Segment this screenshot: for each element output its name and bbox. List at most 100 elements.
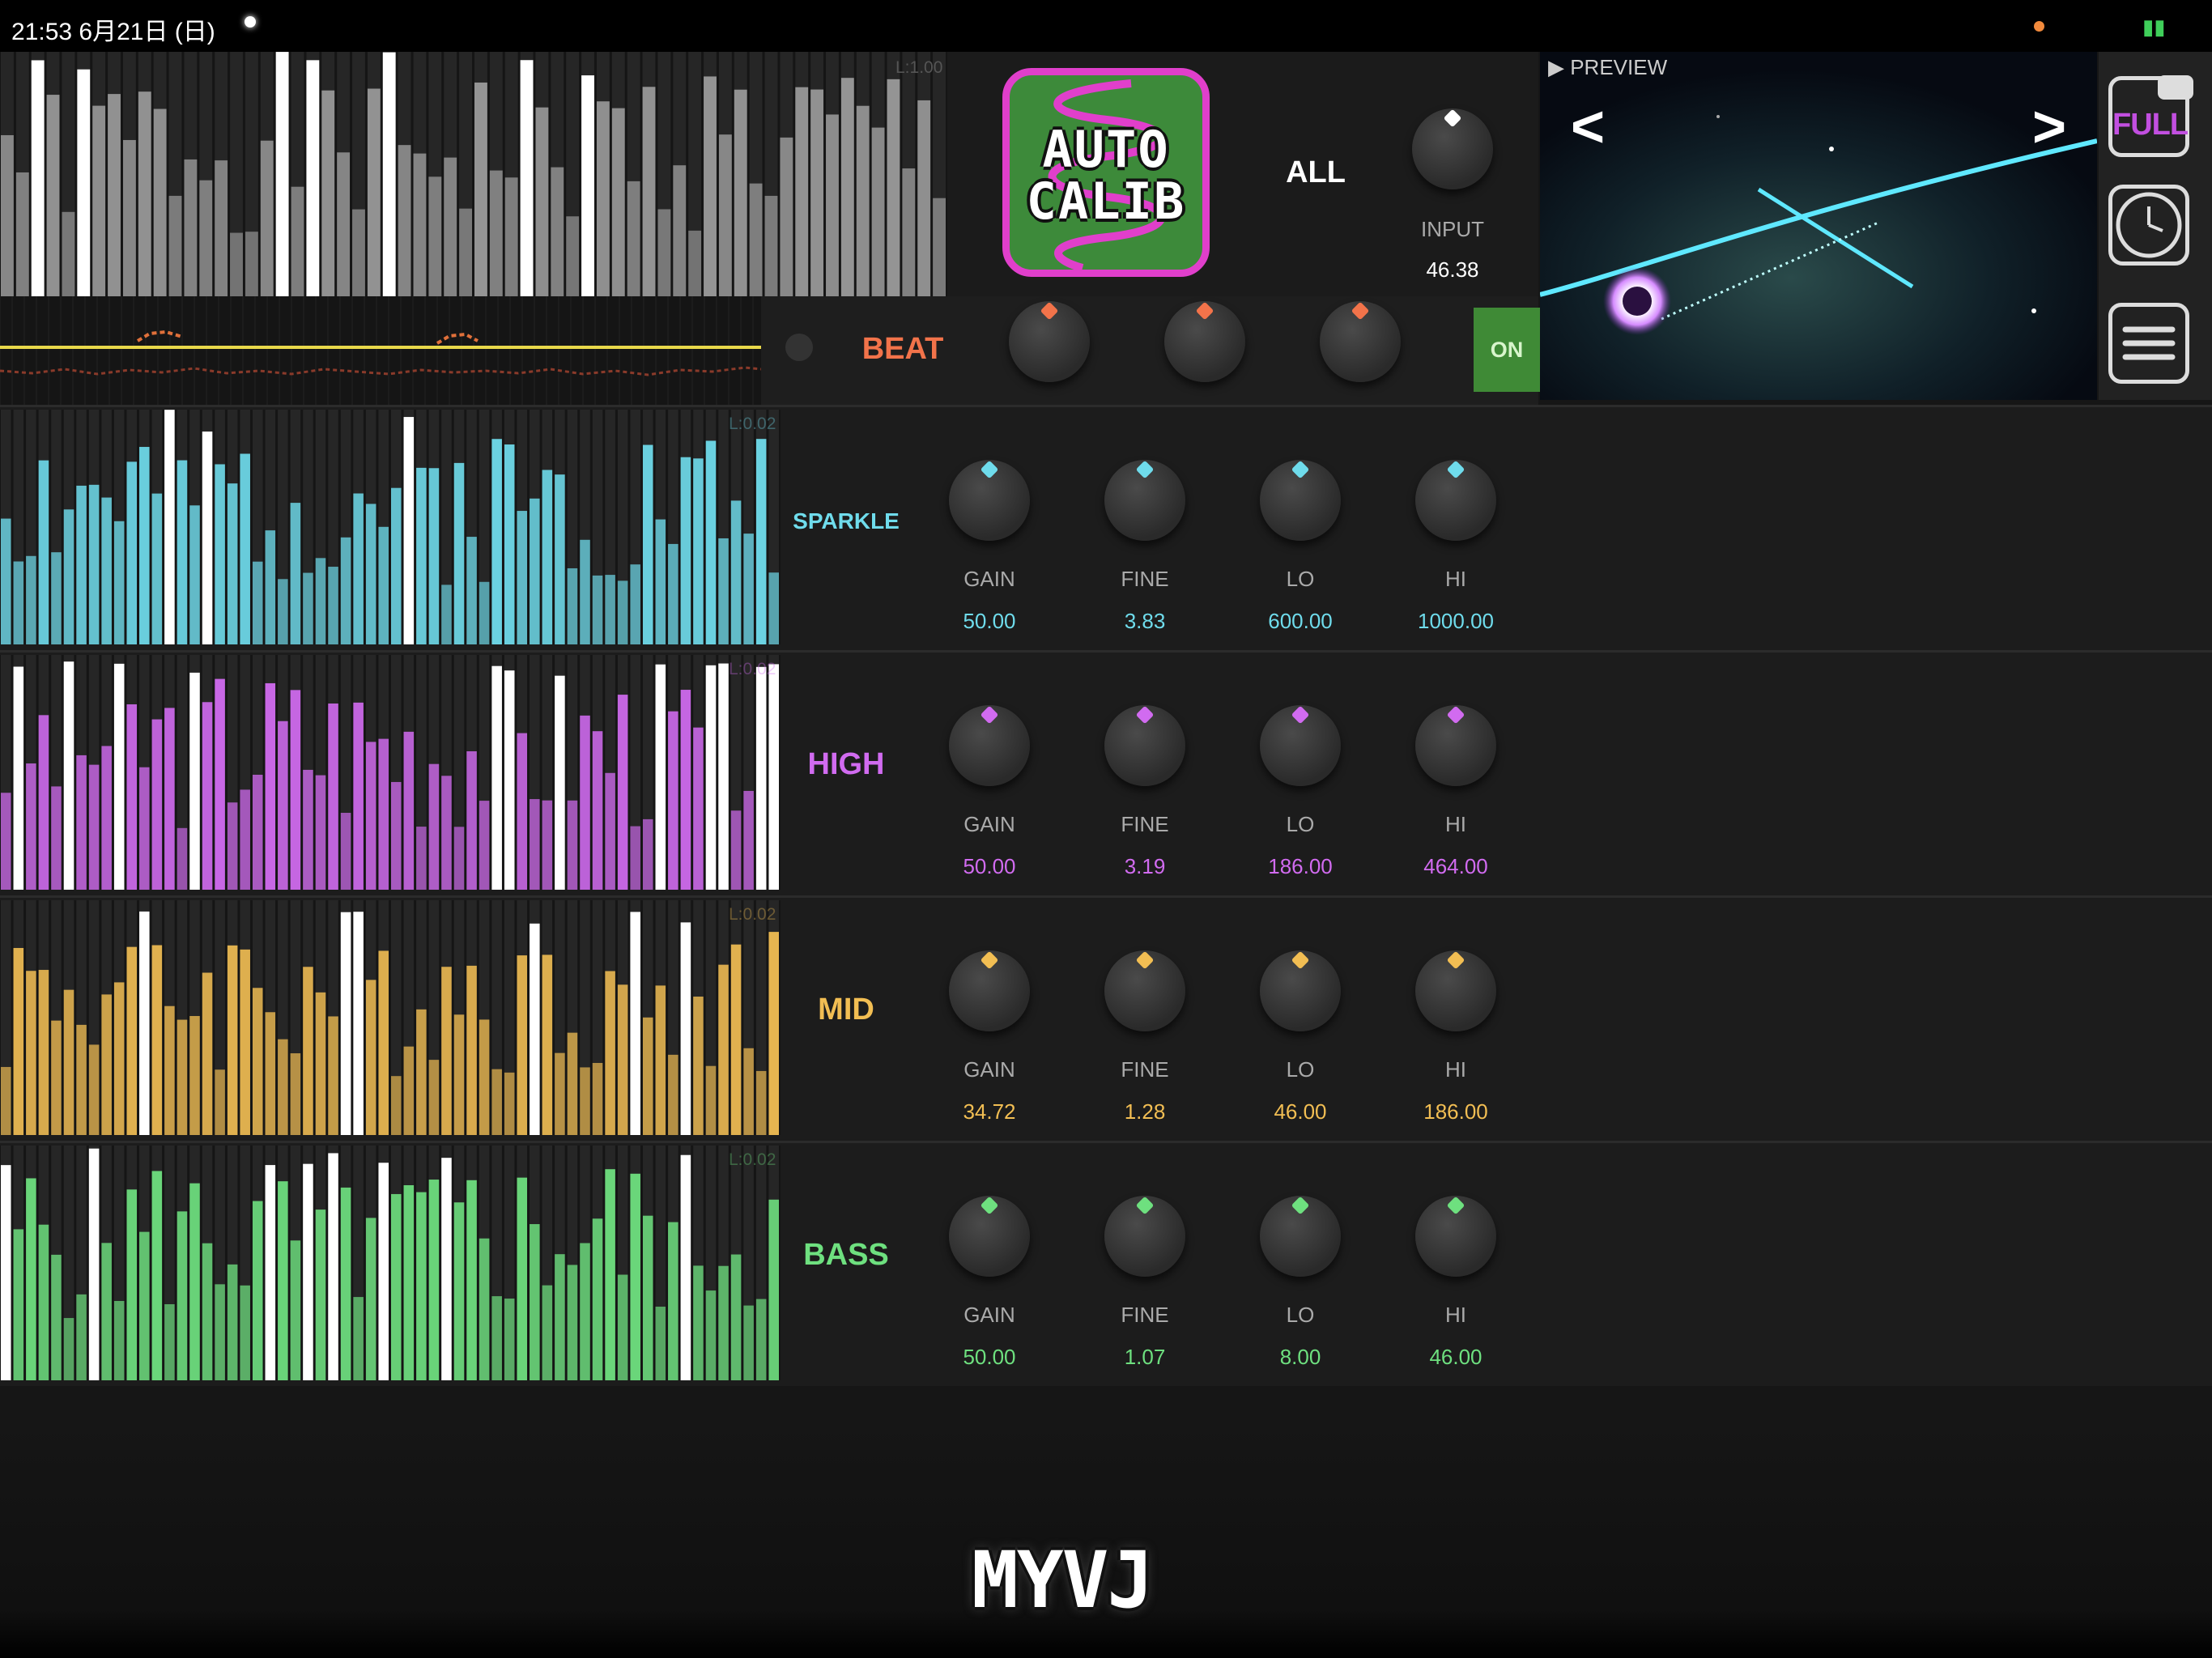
clock-button[interactable] xyxy=(2108,185,2189,266)
beat-knob-3-indicator xyxy=(1351,301,1370,321)
auto-calib-button[interactable]: AUTO CALIB xyxy=(1002,68,1210,277)
input-knob-label: INPUT xyxy=(1421,217,1484,241)
knob-indicator xyxy=(1446,460,1465,479)
menu-button[interactable] xyxy=(2108,303,2189,384)
band-fine-knob[interactable] xyxy=(1104,1196,1185,1277)
beat-knob-2-indicator xyxy=(1195,301,1214,321)
beat-knob-1[interactable] xyxy=(1009,301,1090,382)
band-knob-label: FINE xyxy=(1121,567,1169,591)
band-hi-knob[interactable] xyxy=(1415,460,1496,541)
band-gain-knob[interactable] xyxy=(949,705,1030,786)
clock-icon xyxy=(2116,192,2182,258)
band-lo-knob[interactable] xyxy=(1260,950,1341,1031)
band-level-label: L:0.02 xyxy=(729,660,776,678)
input-knob-indicator xyxy=(1443,108,1462,128)
status-bar xyxy=(0,0,2212,52)
knob-indicator xyxy=(1291,460,1310,479)
preview-prev-arrow[interactable]: < xyxy=(1571,94,1605,160)
band-knob-label: GAIN xyxy=(963,1303,1015,1327)
knob-indicator xyxy=(980,705,999,725)
auto-calib-line1: AUTO xyxy=(1042,120,1170,179)
band-knob-value: 1.28 xyxy=(1124,1099,1166,1124)
band-knob-label: GAIN xyxy=(963,1057,1015,1082)
band-gain-knob[interactable] xyxy=(949,1196,1030,1277)
all-title: ALL xyxy=(1286,155,1346,189)
band-level-label: L:0.02 xyxy=(729,414,776,433)
band-knob-label: GAIN xyxy=(963,567,1015,591)
band-lo-knob[interactable] xyxy=(1260,460,1341,541)
band-fine-knob[interactable] xyxy=(1104,705,1185,786)
band-knob-value: 3.19 xyxy=(1124,854,1166,878)
full-label: FULL xyxy=(2112,108,2189,142)
band-knob-label: FINE xyxy=(1121,812,1169,836)
band-name: BASS xyxy=(803,1238,889,1272)
band-lo-knob[interactable] xyxy=(1260,1196,1341,1277)
band-name: SPARKLE xyxy=(793,508,900,534)
band-knob-value: 3.83 xyxy=(1124,609,1166,633)
preview-label: PREVIEW xyxy=(1570,55,1668,79)
speech-bubble-icon xyxy=(2158,75,2193,100)
band-knob-label: HI xyxy=(1445,1057,1466,1082)
knob-indicator xyxy=(1135,1196,1155,1215)
knob-indicator xyxy=(980,950,999,970)
hamburger-menu-icon xyxy=(2122,326,2176,360)
knob-indicator xyxy=(1446,1196,1465,1215)
band-hi-knob[interactable] xyxy=(1415,705,1496,786)
preview-visual[interactable] xyxy=(1540,52,2097,400)
band-lo-knob[interactable] xyxy=(1260,705,1341,786)
full-screen-button[interactable]: FULL xyxy=(2108,75,2193,157)
band-spectrum-graph: L:0.02 xyxy=(0,655,781,890)
band-knob-label: FINE xyxy=(1121,1057,1169,1082)
band-level-label: L:0.02 xyxy=(729,1150,776,1169)
knob-indicator xyxy=(1135,705,1155,725)
band-knob-value: 186.00 xyxy=(1268,854,1333,878)
band-knob-label: LO xyxy=(1286,812,1315,836)
knob-indicator xyxy=(1135,460,1155,479)
band-knob-value: 186.00 xyxy=(1423,1099,1488,1124)
band-knob-label: GAIN xyxy=(963,812,1015,836)
battery-charging-icon: ▮▮ xyxy=(2142,15,2166,39)
beat-led-indicator xyxy=(785,334,813,361)
knob-indicator xyxy=(980,1196,999,1215)
input-knob[interactable] xyxy=(1412,108,1493,189)
mic-indicator-dot xyxy=(2034,21,2044,32)
preview-toggle[interactable]: ▶ PREVIEW xyxy=(1548,55,1667,80)
band-knob-label: LO xyxy=(1286,1057,1315,1082)
band-fine-knob[interactable] xyxy=(1104,460,1185,541)
band-knob-value: 46.00 xyxy=(1274,1099,1327,1124)
band-knob-value: 50.00 xyxy=(963,854,1016,878)
knob-indicator xyxy=(980,460,999,479)
band-knob-value: 50.00 xyxy=(963,609,1016,633)
auto-calib-line2: CALIB xyxy=(1026,172,1186,231)
beat-knob-3[interactable] xyxy=(1320,301,1401,382)
preview-next-arrow[interactable]: > xyxy=(2032,94,2066,160)
band-hi-knob[interactable] xyxy=(1415,1196,1496,1277)
band-gain-knob[interactable] xyxy=(949,950,1030,1031)
camera-indicator-dot xyxy=(245,16,256,28)
band-knob-value: 1000.00 xyxy=(1418,609,1494,633)
band-spectrum-graph: L:0.02 xyxy=(0,900,781,1135)
auto-calib-label: AUTO CALIB xyxy=(1010,124,1202,227)
band-knob-label: HI xyxy=(1445,812,1466,836)
band-knob-value: 8.00 xyxy=(1279,1345,1321,1369)
knob-indicator xyxy=(1135,950,1155,970)
beat-on-toggle[interactable]: ON xyxy=(1474,308,1540,392)
band-fine-knob[interactable] xyxy=(1104,950,1185,1031)
band-hi-knob[interactable] xyxy=(1415,950,1496,1031)
myvj-logo: MYVJ xyxy=(972,1535,1154,1626)
band-knob-label: LO xyxy=(1286,567,1315,591)
beat-knob-2[interactable] xyxy=(1164,301,1245,382)
band-spectrum-graph: L:0.02 xyxy=(0,410,781,644)
knob-indicator xyxy=(1446,705,1465,725)
knob-indicator xyxy=(1446,950,1465,970)
band-name: MID xyxy=(818,993,874,1027)
band-knob-value: 34.72 xyxy=(963,1099,1016,1124)
band-knob-value: 464.00 xyxy=(1423,854,1488,878)
band-knob-value: 46.00 xyxy=(1429,1345,1482,1369)
all-spectrum-graph: L:1.00 xyxy=(0,52,947,296)
band-gain-knob[interactable] xyxy=(949,460,1030,541)
knob-indicator xyxy=(1291,1196,1310,1215)
band-knob-value: 50.00 xyxy=(963,1345,1016,1369)
band-knob-label: HI xyxy=(1445,567,1466,591)
band-knob-value: 1.07 xyxy=(1124,1345,1166,1369)
